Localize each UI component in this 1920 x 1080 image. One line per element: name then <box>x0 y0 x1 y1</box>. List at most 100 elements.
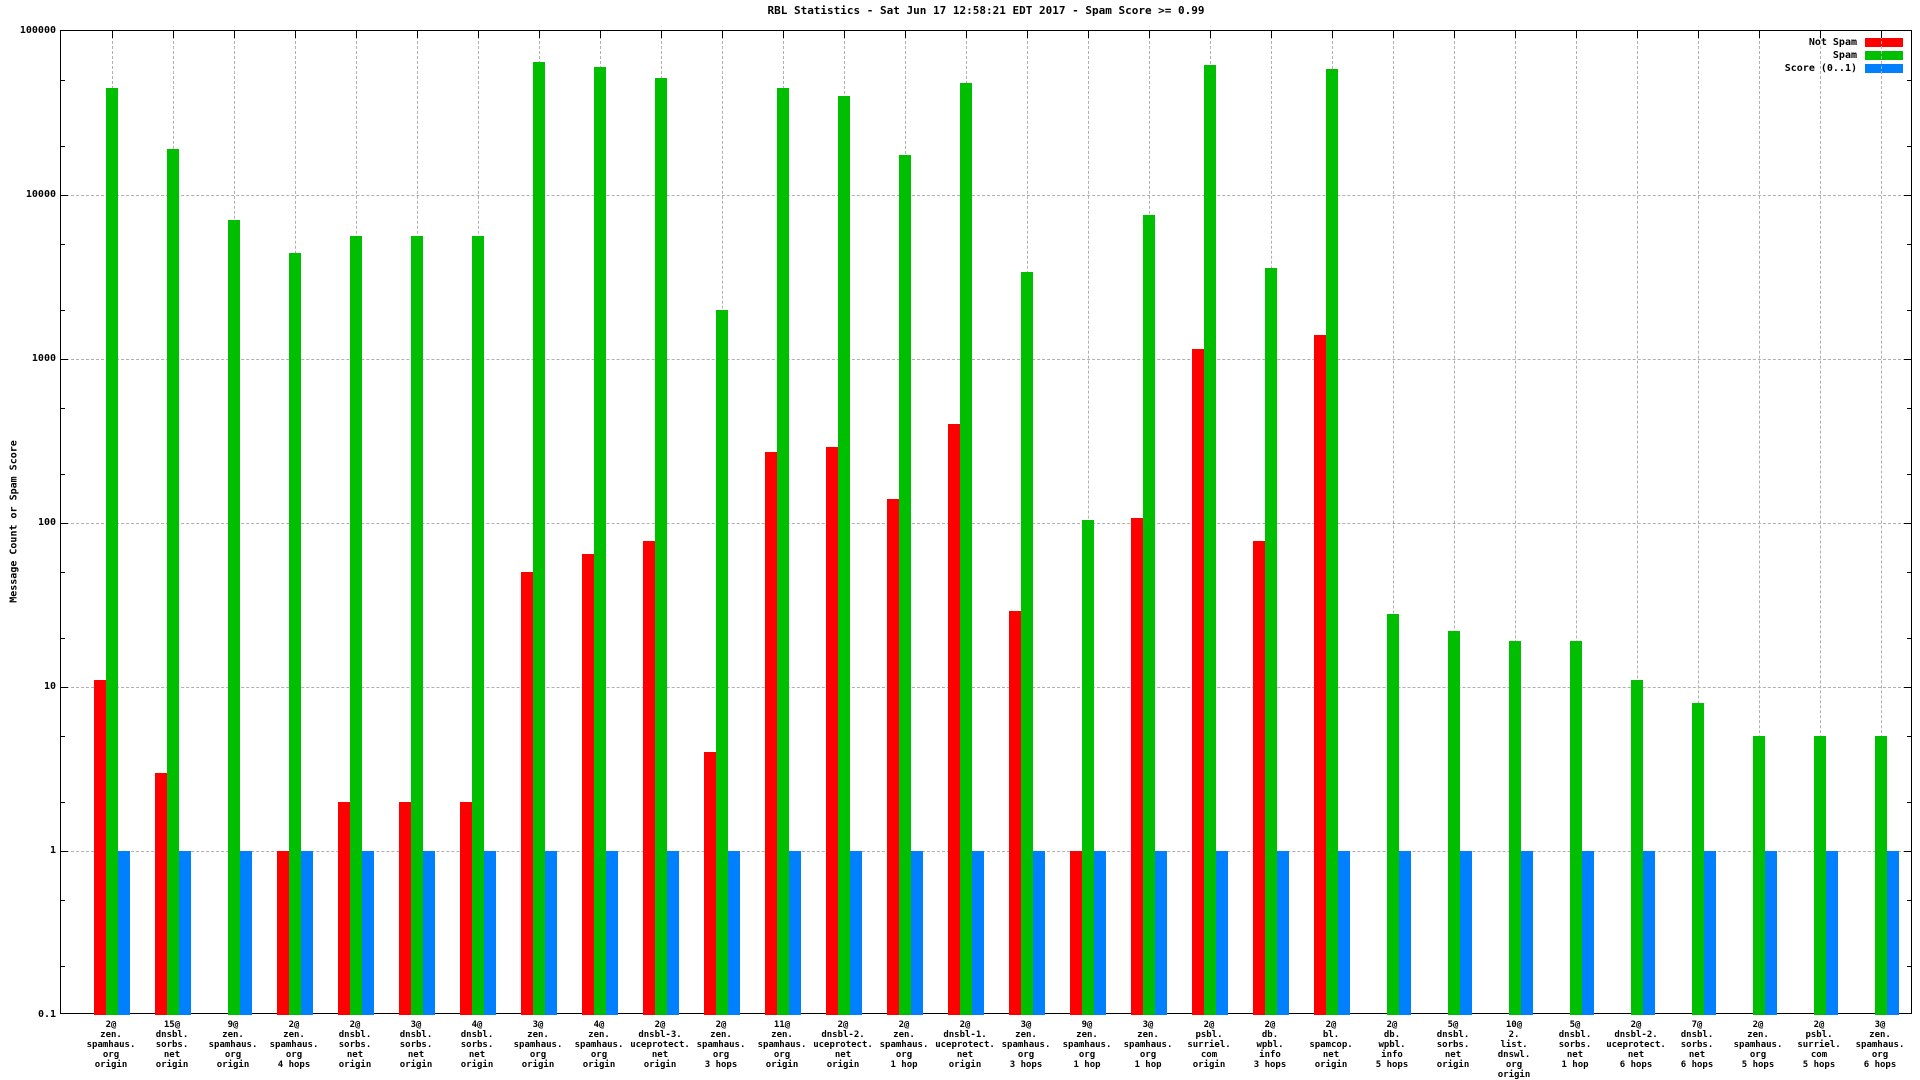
x-category-label: 5@ dnsbl. sorbs. net 1 hop <box>1559 1020 1592 1070</box>
chart-title: RBL Statistics - Sat Jun 17 12:58:21 EDT… <box>60 4 1912 17</box>
bar-spam <box>1143 215 1155 1015</box>
y-minor-tick <box>1907 638 1911 639</box>
x-tick <box>1393 31 1394 38</box>
bar-not-spam <box>765 452 777 1015</box>
y-minor-tick <box>1907 310 1911 311</box>
bar-spam <box>472 236 484 1015</box>
bar-score-0-1- <box>1338 851 1350 1015</box>
x-category-label: 2@ zen. spamhaus. org origin <box>87 1020 136 1070</box>
h-gridline <box>61 195 1911 196</box>
x-tick <box>1759 31 1760 38</box>
bar-spam <box>1448 631 1460 1015</box>
x-tick <box>1576 31 1577 38</box>
bar-not-spam <box>399 802 411 1015</box>
y-major-tick <box>1904 687 1911 688</box>
bar-score-0-1- <box>179 851 191 1015</box>
x-tick <box>539 31 540 38</box>
legend-row-spam: Spam <box>1785 49 1903 62</box>
legend-row-not-spam: Not Spam <box>1785 36 1903 49</box>
y-minor-tick <box>1907 572 1911 573</box>
x-category-label: 2@ dnsbl-1. uceprotect. net origin <box>935 1020 995 1070</box>
h-gridline <box>61 359 1911 360</box>
bar-spam <box>1875 736 1887 1015</box>
x-tick <box>966 31 967 38</box>
y-minor-tick <box>61 146 65 147</box>
x-category-label: 7@ dnsbl. sorbs. net 6 hops <box>1681 1020 1714 1070</box>
bar-score-0-1- <box>1826 851 1838 1015</box>
x-category-label: 2@ dnsbl-3. uceprotect. net origin <box>630 1020 690 1070</box>
x-tick <box>783 31 784 38</box>
bar-score-0-1- <box>484 851 496 1015</box>
y-tick-label: 100 <box>2 517 56 528</box>
x-tick <box>1149 31 1150 38</box>
bar-score-0-1- <box>301 851 313 1015</box>
bar-not-spam <box>521 572 533 1015</box>
y-minor-tick <box>1907 146 1911 147</box>
x-category-label: 3@ zen. spamhaus. org origin <box>514 1020 563 1070</box>
y-minor-tick <box>1907 80 1911 81</box>
bar-spam <box>350 236 362 1015</box>
y-minor-tick <box>1907 244 1911 245</box>
x-category-label: 9@ zen. spamhaus. org 1 hop <box>1063 1020 1112 1070</box>
x-tick <box>1027 31 1028 38</box>
y-tick-label: 1 <box>2 845 56 856</box>
x-category-label: 4@ zen. spamhaus. org origin <box>575 1020 624 1070</box>
x-tick <box>844 31 845 38</box>
bar-score-0-1- <box>1460 851 1472 1015</box>
bar-score-0-1- <box>118 851 130 1015</box>
y-major-tick <box>61 195 68 196</box>
bar-score-0-1- <box>667 851 679 1015</box>
bar-score-0-1- <box>1399 851 1411 1015</box>
x-tick <box>600 31 601 38</box>
bar-score-0-1- <box>1155 851 1167 1015</box>
x-tick <box>1637 31 1638 38</box>
x-category-label: 11@ zen. spamhaus. org origin <box>758 1020 807 1070</box>
y-minor-tick <box>1907 900 1911 901</box>
bar-spam <box>1631 680 1643 1015</box>
y-major-tick <box>61 687 68 688</box>
h-gridline <box>61 523 1911 524</box>
bar-score-0-1- <box>1643 851 1655 1015</box>
bar-score-0-1- <box>789 851 801 1015</box>
legend-label-not-spam: Not Spam <box>1809 37 1857 48</box>
x-category-label: 2@ db. wpbl. info 5 hops <box>1376 1020 1409 1070</box>
bar-score-0-1- <box>240 851 252 1015</box>
x-category-label: 2@ psbl. surriel. com origin <box>1187 1020 1230 1070</box>
x-tick <box>661 31 662 38</box>
x-category-label: 2@ zen. spamhaus. org 4 hops <box>270 1020 319 1070</box>
x-tick <box>1820 31 1821 38</box>
x-category-label: 10@ 2. list. dnswl. org origin <box>1498 1020 1531 1080</box>
bar-spam <box>228 220 240 1015</box>
x-tick <box>112 31 113 38</box>
legend-row-score: Score (0..1) <box>1785 62 1903 75</box>
bar-spam <box>289 253 301 1015</box>
y-minor-tick <box>61 900 65 901</box>
bar-spam <box>533 62 545 1015</box>
bar-not-spam <box>704 752 716 1015</box>
x-tick <box>905 31 906 38</box>
x-tick <box>234 31 235 38</box>
x-category-label: 2@ zen. spamhaus. org 3 hops <box>697 1020 746 1070</box>
bar-not-spam <box>948 424 960 1015</box>
x-category-label: 2@ dnsbl-2. uceprotect. net origin <box>813 1020 873 1070</box>
legend-swatch-not-spam-icon <box>1865 38 1903 47</box>
y-minor-tick <box>61 736 65 737</box>
y-minor-tick <box>61 474 65 475</box>
bar-not-spam <box>338 802 350 1015</box>
bar-score-0-1- <box>1094 851 1106 1015</box>
y-minor-tick <box>1907 408 1911 409</box>
x-tick <box>1515 31 1516 38</box>
bar-not-spam <box>1070 851 1082 1015</box>
y-minor-tick <box>1907 802 1911 803</box>
x-tick <box>1698 31 1699 38</box>
bar-score-0-1- <box>850 851 862 1015</box>
bar-score-0-1- <box>606 851 618 1015</box>
bar-score-0-1- <box>728 851 740 1015</box>
bar-score-0-1- <box>1765 851 1777 1015</box>
legend-swatch-spam-icon <box>1865 51 1903 60</box>
y-minor-tick <box>61 638 65 639</box>
bar-not-spam <box>582 554 594 1015</box>
y-major-tick <box>61 523 68 524</box>
bar-spam <box>1814 736 1826 1015</box>
bar-score-0-1- <box>911 851 923 1015</box>
